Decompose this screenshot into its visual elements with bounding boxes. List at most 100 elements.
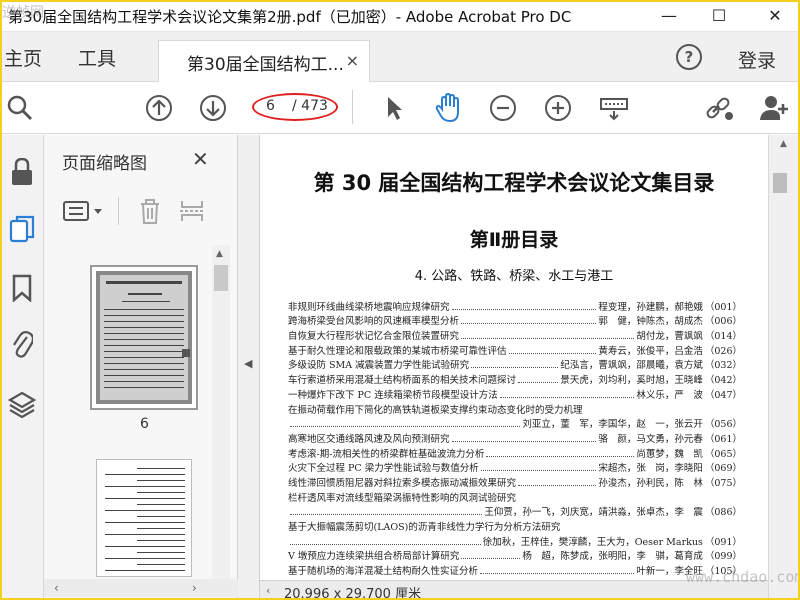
scroll-left-icon[interactable]: ‹ xyxy=(266,584,270,597)
thumbnail-line xyxy=(105,558,185,559)
scroll-up-icon[interactable]: ▲ xyxy=(780,139,787,149)
scrollbar-thumb[interactable] xyxy=(773,173,787,193)
select-arrow-icon[interactable] xyxy=(378,92,410,124)
panel-collapse-handle[interactable]: ◀ xyxy=(238,135,260,600)
toc-authors: 黄寿云，张俊平，吕金浩 xyxy=(598,345,703,357)
thumbnails-horizontal-scrollbar[interactable]: ‹ › xyxy=(44,579,238,597)
toc-row[interactable]: 王仰贾，孙一飞，刘庆宽，靖洪淼，张卓杰，李 震（086） xyxy=(288,504,742,519)
toc-title: 车行索道桥采用混凝土结构桥面系的相关技术问题探讨 xyxy=(288,375,517,387)
toc-row[interactable]: 车行索道桥采用混凝土结构桥面系的相关技术问题探讨 景天虎，刘均利，奚时旭，王晓峰（… xyxy=(288,371,742,386)
share-user-icon[interactable] xyxy=(758,92,790,124)
bookmark-icon[interactable] xyxy=(4,271,40,305)
toc-page-number: （075） xyxy=(704,477,742,489)
hand-tool-icon[interactable] xyxy=(432,92,464,124)
maximize-button[interactable]: ☐ xyxy=(706,4,732,28)
close-panel-button[interactable]: ✕ xyxy=(192,147,209,171)
toc-title: 一种爆炸下改下 PC 连续箱梁桥节段模型设计方法 xyxy=(288,389,498,401)
thumbnails-scrollbar[interactable]: ▲ ▼ xyxy=(212,245,230,595)
scrollbar-thumb[interactable] xyxy=(214,265,228,291)
toc-leader-dots xyxy=(499,396,635,398)
toc-row[interactable]: 火灾下全过程 PC 梁力学性能试验与数值分析 宋超杰，张 岗，李晓阳 （069） xyxy=(288,460,742,475)
toc-authors: 刘亚立，董 军，李国华，赵 一，张云开 xyxy=(522,419,703,431)
thumbnail-line xyxy=(105,474,185,475)
toc-leader-dots xyxy=(290,426,521,428)
thumbnail-line xyxy=(104,315,184,316)
toc-row[interactable]: 一种爆炸下改下 PC 连续箱梁桥节段模型设计方法 林义乐，严 波（047） xyxy=(288,386,742,401)
tab-tools[interactable]: 工具 xyxy=(78,44,116,71)
thumbnail-page-6[interactable] xyxy=(90,265,198,410)
toc-row[interactable]: 非规则环线曲线梁桥地震响应规律研究 程变理，孙建鹏，郝艳娥 （001） xyxy=(288,298,742,313)
toc-leader-dots xyxy=(471,367,559,369)
thumbnail-resize-handle[interactable] xyxy=(182,349,190,357)
toc-leader-dots xyxy=(290,514,483,516)
thumbnail-line xyxy=(122,301,170,302)
lock-icon[interactable] xyxy=(4,155,40,189)
delete-page-icon[interactable] xyxy=(136,197,164,225)
page-size-readout: 20.996 x 29.700 厘米 xyxy=(284,587,422,600)
thumbnail-line xyxy=(105,534,185,535)
zoom-search-icon[interactable] xyxy=(4,92,36,124)
toc-row[interactable]: 徐加秋，王梓佳，樊淳麟，王大为，Oeser Markus （091） xyxy=(288,533,742,548)
thumbnail-line xyxy=(104,321,184,322)
thumbnail-line xyxy=(137,468,185,469)
toc-authors: 郭 健，钟陈杰，胡成杰 xyxy=(598,316,703,328)
layers-icon[interactable] xyxy=(4,387,40,421)
toc-page-number: （086） xyxy=(704,507,742,519)
attachment-icon[interactable] xyxy=(4,327,40,361)
toc-row[interactable]: 考虑滚-期-流相关性的桥梁群桩基础波流力分析 尚蕙梦，魏 凯（065） xyxy=(288,445,742,460)
toc-title: 多级设防 SMA 减震装置力学性能试验研究 xyxy=(288,360,470,372)
close-window-button[interactable]: ✕ xyxy=(762,4,788,28)
login-button[interactable]: 登录 xyxy=(738,46,776,73)
toc-row[interactable]: 基于耐久性理论和限载政策的某城市桥梁可靠性评估 黄寿云，张俊平，吕金浩 （026） xyxy=(288,342,742,357)
zoom-out-icon[interactable] xyxy=(487,92,519,124)
toc-row[interactable]: 基于大振幅震荡剪切(LAOS)的沥青非线性力学行为分析方法研究 xyxy=(288,518,742,533)
toc-title: 高寒地区交通线路风速及风向预测研究 xyxy=(288,433,450,445)
zoom-in-icon[interactable] xyxy=(542,92,574,124)
toc-row[interactable]: 自恢复大行程形状记忆合金限位装置研究 胡付龙，曹飒飒 （014） xyxy=(288,327,742,342)
pages-icon[interactable] xyxy=(4,213,40,247)
thumbnail-page-7[interactable] xyxy=(96,459,192,577)
help-button[interactable]: ? xyxy=(676,44,702,70)
tab-document[interactable]: 第30届全国结构工... × xyxy=(158,40,370,82)
page-up-icon[interactable] xyxy=(143,92,175,124)
toc-row[interactable]: 跨海桥梁受台风影响的风速概率模型分析 郭 健，钟陈杰，胡成杰 （006） xyxy=(288,313,742,328)
toc-authors: 杨 超，陈梦成，张明阳，李 骐，葛育成 xyxy=(522,551,703,563)
toc-row[interactable]: 线性滞回惯质阻尼器对斜拉索多模态振动减振效果研究 孙浚杰，孙利民，陈 林（075） xyxy=(288,474,742,489)
extract-page-icon[interactable] xyxy=(178,197,206,225)
tab-home[interactable]: 主页 xyxy=(4,44,42,71)
window-title: 第30届全国结构工程学术会议论文集第2册.pdf（已加密）- Adobe Acr… xyxy=(8,8,572,26)
toc-row[interactable]: 基于随机场的海洋混凝土结构耐久性实证分析 叶新一，李全旺 （105） xyxy=(288,562,742,577)
toc-leader-dots xyxy=(461,558,521,560)
document-scrollbar[interactable]: ▲ xyxy=(768,135,800,600)
keyboard-icon[interactable] xyxy=(598,92,630,124)
toc-authors: 林义乐，严 波 xyxy=(636,389,703,401)
toc-authors: 宋超杰，张 岗，李晓阳 xyxy=(598,463,703,475)
minimize-button[interactable]: — xyxy=(656,4,682,28)
scroll-up-icon[interactable]: ▲ xyxy=(216,249,223,259)
document-tab-close-button[interactable]: × xyxy=(346,51,359,70)
toc-leader-dots xyxy=(518,484,597,486)
document-tab-label: 第30届全国结构工... xyxy=(187,55,344,75)
page-down-icon[interactable] xyxy=(197,92,229,124)
toc-row[interactable]: 高寒地区交通线路风速及风向预测研究 骆 颜，马文勇，孙元春 （061） xyxy=(288,430,742,445)
thumbnail-line xyxy=(105,486,185,487)
toc-leader-dots xyxy=(451,440,597,442)
scroll-left-icon[interactable]: ‹ xyxy=(54,581,59,595)
document-viewer[interactable]: 第 30 届全国结构工程学术会议论文集目录 第Ⅱ册目录 4. 公路、铁路、桥梁、… xyxy=(260,135,768,600)
toc-title: 在振动荷载作用下简化的高铁轨道板梁支撑约束动态变化时的受力机理 xyxy=(288,404,583,416)
thumbnail-line xyxy=(104,387,184,388)
toc-authors: 王仰贾，孙一飞，刘庆宽，靖洪淼，张卓杰，李 震 xyxy=(484,507,703,519)
collapse-arrow-icon[interactable]: ◀ xyxy=(244,357,252,370)
toc-row[interactable]: 在振动荷载作用下简化的高铁轨道板梁支撑约束动态变化时的受力机理 xyxy=(288,401,742,416)
thumbnail-toolbar xyxy=(44,191,238,231)
toc-row[interactable]: 刘亚立，董 军，李国华，赵 一，张云开 （056） xyxy=(288,416,742,431)
scroll-right-icon[interactable]: › xyxy=(192,581,197,595)
thumbnail-options-button[interactable] xyxy=(62,199,106,223)
link-icon[interactable] xyxy=(704,92,736,124)
toc-row[interactable]: 栏杆透风率对流线型箱梁涡振特性影响的风洞试验研究 xyxy=(288,489,742,504)
toc-row[interactable]: V 墩预应力连续梁拱组合桥局部计算研究 杨 超，陈梦成，张明阳，李 骐，葛育成 （0… xyxy=(288,548,742,563)
toc-row[interactable]: 多级设防 SMA 减震装置力学性能试验研究 纪泓言，曹飒飒，邵晨曦，袁方斌 （032… xyxy=(288,357,742,372)
table-of-contents: 非规则环线曲线梁桥地震响应规律研究 程变理，孙建鹏，郝艳娥 （001） 跨海桥梁受台风… xyxy=(288,298,742,577)
tab-bar: 主页 工具 第30届全国结构工... × ? 登录 xyxy=(0,32,800,82)
toc-authors: 孙浚杰，孙利民，陈 林 xyxy=(598,477,703,489)
